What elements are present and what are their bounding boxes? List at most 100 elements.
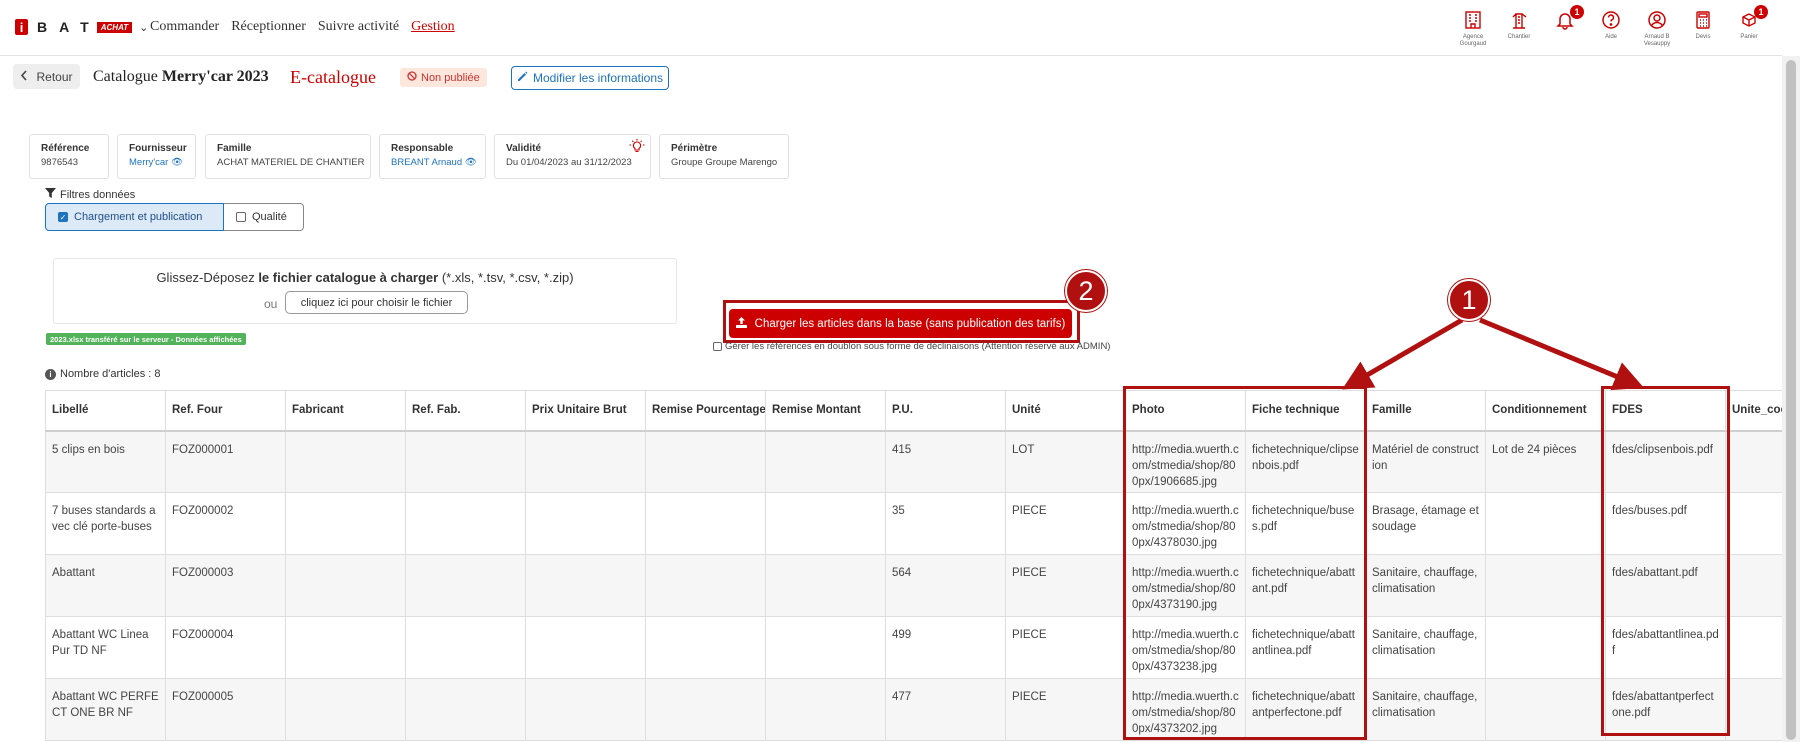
dropzone-or: ou bbox=[264, 297, 278, 311]
cell-famille: Matériel de construction bbox=[1365, 430, 1486, 493]
cart-badge: 1 bbox=[1754, 5, 1768, 19]
cell-famille: Sanitaire, chauffage, climatisation bbox=[1365, 554, 1486, 617]
col-header-fabricant[interactable]: Fabricant bbox=[285, 390, 406, 432]
card-responsable-value[interactable]: BREANT Arnaud 👁 bbox=[391, 157, 477, 168]
card-perimetre: Périmètre Groupe Groupe Marengo bbox=[659, 134, 789, 179]
col-header-libelle[interactable]: Libellé bbox=[45, 390, 166, 432]
modify-info-button[interactable]: Modifier les informations bbox=[511, 66, 669, 90]
col-header-fiche-technique[interactable]: Fiche technique bbox=[1245, 390, 1366, 432]
col-header-conditionnement[interactable]: Conditionnement bbox=[1485, 390, 1606, 432]
duplicates-checkbox[interactable] bbox=[713, 342, 722, 351]
articles-table-container[interactable]: Libellé Ref. Four Fabricant Ref. Fab. Pr… bbox=[45, 390, 1782, 742]
cell-libelle: 5 clips en bois bbox=[45, 430, 166, 493]
cell-remise-montant bbox=[765, 554, 886, 617]
building-icon bbox=[1461, 8, 1485, 32]
cell-unite-coeff bbox=[1725, 492, 1782, 555]
col-header-ref-fab[interactable]: Ref. Fab. bbox=[405, 390, 526, 432]
dropzone-text-pre: Glissez-Déposez bbox=[156, 270, 259, 285]
cell-ref-four: FOZ000002 bbox=[165, 492, 286, 555]
catalogue-title-prefix: Catalogue bbox=[93, 68, 158, 85]
cell-fdes: fdes/abattantperfectone.pdf bbox=[1605, 678, 1726, 741]
cell-unite: PIECE bbox=[1005, 492, 1126, 555]
menu-item-gestion[interactable]: Gestion bbox=[411, 19, 455, 35]
cell-unite: PIECE bbox=[1005, 554, 1126, 617]
table-row[interactable]: 5 clips en bois FOZ000001 415 LOT http://med… bbox=[45, 430, 1782, 493]
col-header-photo[interactable]: Photo bbox=[1125, 390, 1246, 432]
col-header-pu[interactable]: P.U. bbox=[885, 390, 1006, 432]
file-dropzone[interactable]: Glissez-Déposez le fichier catalogue à c… bbox=[53, 258, 677, 324]
table-body: 5 clips en bois FOZ000001 415 LOT http://med… bbox=[45, 430, 1782, 741]
load-articles-button[interactable]: Charger les articles dans la base (sans … bbox=[729, 309, 1072, 338]
articles-table: Libellé Ref. Four Fabricant Ref. Fab. Pr… bbox=[45, 390, 1782, 741]
annotation-marker-1: 1 bbox=[1448, 279, 1490, 321]
cell-remise-montant bbox=[765, 678, 886, 741]
cell-ref-fab bbox=[405, 616, 526, 679]
cell-remise-montant bbox=[765, 616, 886, 679]
app-logo[interactable]: i BAT ACHAT ⌄ bbox=[15, 19, 148, 35]
cell-fabricant bbox=[285, 554, 406, 617]
chevron-down-icon[interactable]: ⌄ bbox=[139, 21, 148, 34]
help-icon bbox=[1599, 8, 1623, 32]
cell-fdes: fdes/clipsenbois.pdf bbox=[1605, 430, 1726, 493]
col-header-prix-brut[interactable]: Prix Unitaire Brut bbox=[525, 390, 646, 432]
eye-icon[interactable]: 👁 bbox=[171, 157, 183, 168]
table-row[interactable]: 7 buses standards avec clé porte-buses FO… bbox=[45, 492, 1782, 555]
back-button[interactable]: Retour bbox=[13, 64, 80, 89]
nav-user[interactable]: Arnaud B Vesauppy bbox=[1634, 8, 1680, 48]
nav-aide[interactable]: Aide bbox=[1588, 8, 1634, 48]
tab-qualite-label: Qualité bbox=[252, 211, 287, 223]
duplicates-option[interactable]: Gérer les références en doublon sous for… bbox=[713, 341, 1110, 352]
checkbox-unchecked-icon[interactable] bbox=[236, 212, 246, 222]
article-count-text: Nombre d'articles : 8 bbox=[60, 368, 161, 380]
cell-unite-coeff bbox=[1725, 554, 1782, 617]
col-header-ref-four[interactable]: Ref. Four bbox=[165, 390, 286, 432]
card-validite: Validité Du 01/04/2023 au 31/12/2023 bbox=[494, 134, 651, 179]
lightbulb-icon[interactable] bbox=[629, 138, 645, 157]
nav-chantier[interactable]: Chantier bbox=[1496, 8, 1542, 48]
cell-photo: http://media.wuerth.com/stmedia/shop/800… bbox=[1125, 430, 1246, 493]
cell-fiche-technique: fichetechnique/buses.pdf bbox=[1245, 492, 1366, 555]
cell-libelle: Abattant WC PERFECT ONE BR NF bbox=[45, 678, 166, 741]
col-header-unite-coeff[interactable]: Unite_coeff bbox=[1725, 390, 1782, 432]
status-text: Non publiée bbox=[421, 71, 480, 84]
card-validite-value: Du 01/04/2023 au 31/12/2023 bbox=[506, 157, 632, 168]
cell-famille: Sanitaire, chauffage, climatisation bbox=[1365, 616, 1486, 679]
tab-chargement-publication[interactable]: ✓ Chargement et publication bbox=[45, 203, 224, 231]
checkbox-checked-icon[interactable]: ✓ bbox=[58, 212, 68, 222]
card-perimetre-value: Groupe Groupe Marengo bbox=[671, 157, 778, 168]
nav-panier[interactable]: Panier 1 bbox=[1726, 5, 1772, 48]
col-header-remise-montant[interactable]: Remise Montant bbox=[765, 390, 886, 432]
card-reference: Référence 9876543 bbox=[29, 134, 109, 179]
col-header-fdes[interactable]: FDES bbox=[1605, 390, 1726, 432]
responsable-link[interactable]: BREANT Arnaud bbox=[391, 157, 462, 168]
fournisseur-link[interactable]: Merry'car bbox=[129, 157, 168, 168]
filters-toggle[interactable]: Filtres données bbox=[45, 188, 135, 201]
nav-agence-caption: Agence Gourgaud bbox=[1459, 34, 1487, 47]
nav-devis[interactable]: Devis bbox=[1680, 8, 1726, 48]
page-scrollbar-thumb[interactable] bbox=[1786, 60, 1796, 740]
tab-qualite[interactable]: Qualité bbox=[224, 203, 304, 231]
cell-remise-pct bbox=[645, 554, 766, 617]
card-fournisseur-value[interactable]: Merry'car 👁 bbox=[129, 157, 184, 168]
col-header-remise-pct[interactable]: Remise Pourcentage bbox=[645, 390, 766, 432]
dropzone-text-bold: le fichier catalogue à charger bbox=[258, 270, 439, 285]
cell-fiche-technique: fichetechnique/abattantperfectone.pdf bbox=[1245, 678, 1366, 741]
eye-icon[interactable]: 👁 bbox=[465, 157, 477, 168]
cell-remise-montant bbox=[765, 492, 886, 555]
cell-fabricant bbox=[285, 616, 406, 679]
nav-agence[interactable]: Agence Gourgaud bbox=[1450, 8, 1496, 48]
cell-ref-four: FOZ000001 bbox=[165, 430, 286, 493]
table-row[interactable]: Abattant WC PERFECT ONE BR NF FOZ000005 47… bbox=[45, 678, 1782, 741]
cell-pu: 35 bbox=[885, 492, 1006, 555]
col-header-famille[interactable]: Famille bbox=[1365, 390, 1486, 432]
table-row[interactable]: Abattant WC Linea Pur TD NF FOZ000004 499 P… bbox=[45, 616, 1782, 679]
table-row[interactable]: Abattant FOZ000003 564 PIECE http://media.wu… bbox=[45, 554, 1782, 617]
annotation-marker-2: 2 bbox=[1065, 270, 1107, 312]
menu-item-commander[interactable]: Commander bbox=[150, 19, 219, 35]
menu-item-suivre-activite[interactable]: Suivre activité bbox=[318, 19, 399, 35]
col-header-unite[interactable]: Unité bbox=[1005, 390, 1126, 432]
nav-notifications[interactable]: 1 bbox=[1542, 5, 1588, 48]
choose-file-button[interactable]: cliquez ici pour choisir le fichier bbox=[285, 291, 468, 314]
menu-item-receptionner[interactable]: Réceptionner bbox=[231, 19, 306, 35]
cell-fiche-technique: fichetechnique/abattantlinea.pdf bbox=[1245, 616, 1366, 679]
